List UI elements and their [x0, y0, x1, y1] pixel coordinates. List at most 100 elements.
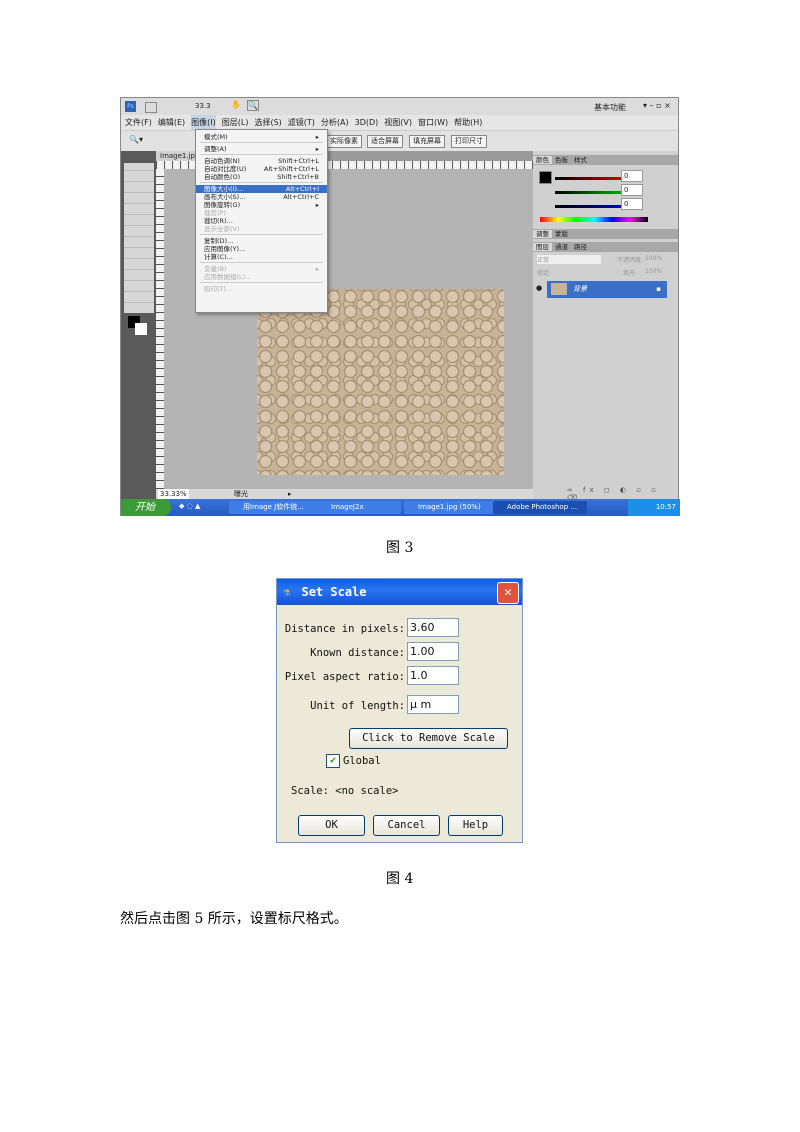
menu-help[interactable]: 帮助(H) [454, 115, 482, 130]
menu-analysis[interactable]: 分析(A) [321, 115, 349, 130]
tab-paths[interactable]: 路径 [571, 243, 590, 251]
ok-button[interactable]: OK [298, 815, 365, 836]
menu-item[interactable]: 自动颜色(O) Shift+Ctrl+B [196, 173, 327, 181]
menu-item-label: 应用数据组(L)... [204, 273, 252, 281]
menu-item[interactable]: 画布大小(S)... Alt+Ctrl+C [196, 193, 327, 201]
microscope-icon: ⚗ [283, 585, 291, 599]
green-value[interactable]: 0 [621, 184, 643, 196]
menu-item-label: 画布大小(S)... [204, 193, 246, 201]
zoom-level[interactable]: 33.3 [195, 102, 211, 110]
vertical-ruler [156, 169, 164, 489]
known-distance-input[interactable]: 1.00 [407, 642, 459, 661]
layer-background[interactable]: 背景 ▪ [547, 281, 667, 298]
menu-item[interactable]: 计算(C)... [196, 253, 327, 261]
tool-buttons[interactable] [124, 163, 154, 313]
menu-filter[interactable]: 滤镜(T) [288, 115, 315, 130]
set-scale-dialog: ⚗ Set Scale ✕ Distance in pixels: 3.60 K… [276, 578, 523, 843]
blue-value[interactable]: 0 [621, 198, 643, 210]
quick-launch-icons[interactable]: ◆ ◌ ▲ [179, 502, 200, 510]
aspect-ratio-input[interactable]: 1.0 [407, 666, 459, 685]
eye-icon[interactable]: ● [536, 284, 542, 292]
status-arrow-icon[interactable]: ▸ [288, 489, 292, 499]
help-button[interactable]: Help [448, 815, 503, 836]
window-controls[interactable]: ▾ – ▫ × [643, 101, 671, 110]
menu-item[interactable]: 裁切(R)... [196, 217, 327, 225]
opacity-value[interactable]: 100% [645, 255, 662, 262]
blend-mode-select[interactable]: 正常 [537, 255, 601, 264]
fill-label: 填充: [623, 270, 638, 277]
menu-3d[interactable]: 3D(D) [355, 115, 379, 130]
submenu-arrow-icon: ▸ [315, 201, 319, 209]
fill-value[interactable]: 100% [645, 268, 662, 275]
menu-item[interactable]: 图像大小(I)... Alt+Ctrl+I [196, 185, 327, 193]
taskbar: 开始 ◆ ◌ ▲ 用Image J软件统... ImageJ2x Image1.… [121, 499, 680, 516]
menu-item[interactable]: 应用图像(Y)... [196, 245, 327, 253]
adjust-panel-tabs: 调整 蒙版 [533, 229, 678, 239]
workspace-switcher[interactable]: 基本功能 [594, 102, 626, 113]
menu-layer[interactable]: 图层(L) [222, 115, 249, 130]
taskbar-item[interactable]: 用Image J软件统... [229, 501, 321, 514]
menu-image[interactable]: 图像(I) [191, 115, 216, 130]
bridge-icon[interactable] [145, 102, 157, 113]
fit-screen-button[interactable]: 适合屏幕 [367, 135, 403, 148]
zoom-tool-icon[interactable]: 🔍 [247, 100, 259, 111]
status-info: 曝光 [234, 490, 248, 498]
figure-3-caption: 图 3 [386, 540, 414, 556]
menu-select[interactable]: 选择(S) [254, 115, 281, 130]
global-checkbox[interactable]: ✔ [326, 754, 340, 768]
color-spectrum[interactable] [540, 217, 648, 222]
menu-window[interactable]: 窗口(W) [418, 115, 448, 130]
close-button[interactable]: ✕ [497, 582, 519, 604]
tab-channels[interactable]: 通道 [552, 243, 571, 251]
menu-view[interactable]: 视图(V) [384, 115, 412, 130]
taskbar-item[interactable]: ImageJ2x [317, 501, 401, 514]
taskbar-item[interactable]: Image1.jpg (50%) [404, 501, 498, 514]
tab-swatches[interactable]: 色板 [552, 156, 571, 164]
menu-item-label: 计算(C)... [204, 253, 233, 261]
cancel-button[interactable]: Cancel [373, 815, 440, 836]
remove-scale-button[interactable]: Click to Remove Scale [349, 728, 508, 749]
tab-masks[interactable]: 蒙版 [552, 230, 571, 238]
zoom-tool-preset-icon[interactable]: 🔍▾ [129, 135, 143, 144]
menu-item[interactable]: 应用数据组(L)... [196, 273, 327, 281]
menu-separator [200, 142, 323, 143]
menu-item[interactable]: 裁剪(P) [196, 209, 327, 217]
tab-color[interactable]: 颜色 [533, 156, 552, 164]
tab-adjustments[interactable]: 调整 [533, 230, 552, 238]
menu-separator [200, 154, 323, 155]
menu-item[interactable]: 图像旋转(G) ▸ [196, 201, 327, 209]
taskbar-item[interactable]: Adobe Photoshop ... [493, 501, 587, 514]
fg-swatch[interactable] [539, 171, 552, 184]
status-zoom[interactable]: 33.33% [158, 489, 189, 499]
menu-item[interactable]: 陷印(T)... [196, 285, 327, 293]
menu-item[interactable]: 模式(M) ▸ [196, 133, 327, 141]
cell-image [257, 289, 504, 475]
start-button[interactable]: 开始 [121, 499, 171, 516]
actual-pixels-button[interactable]: 实际像素 [326, 135, 362, 148]
menu-item-label: 图像大小(I)... [204, 185, 244, 193]
menu-file[interactable]: 文件(F) [125, 115, 152, 130]
menu-item-label: 裁切(R)... [204, 217, 233, 225]
hand-tool-icon[interactable]: ✋ [231, 100, 241, 109]
print-size-button[interactable]: 打印尺寸 [451, 135, 487, 148]
menu-item[interactable]: 显示全部(V) [196, 225, 327, 233]
menu-item[interactable]: 变量(B) ▸ [196, 265, 327, 273]
image-menu-dropdown: 模式(M) ▸ 调整(A) ▸ 自动色调(N) Shift+Ctrl+L 自动对比度(U) A… [195, 129, 328, 313]
red-value[interactable]: 0 [621, 170, 643, 182]
tab-layers[interactable]: 图层 [533, 243, 552, 251]
tab-styles[interactable]: 样式 [571, 156, 590, 164]
menu-item-label: 应用图像(Y)... [204, 245, 246, 253]
submenu-arrow-icon: ▸ [315, 265, 319, 273]
distance-pixels-input[interactable]: 3.60 [407, 618, 459, 637]
fill-screen-button[interactable]: 填充屏幕 [409, 135, 445, 148]
menu-item[interactable]: 复制(D)... [196, 237, 327, 245]
unit-length-input[interactable]: μ m [407, 695, 459, 714]
menu-edit[interactable]: 编辑(E) [158, 115, 185, 130]
menu-item[interactable]: 调整(A) ▸ [196, 145, 327, 153]
body-paragraph: 然后点击图 5 所示，设置标尺格式。 [120, 911, 348, 927]
lock-label: 锁定: [537, 270, 552, 277]
menu-item[interactable]: 自动色调(N) Shift+Ctrl+L [196, 157, 327, 165]
menu-item-shortcut: Alt+Shift+Ctrl+L [263, 165, 319, 173]
menu-item[interactable]: 自动对比度(U) Alt+Shift+Ctrl+L [196, 165, 327, 173]
background-color-swatch[interactable] [135, 323, 147, 335]
